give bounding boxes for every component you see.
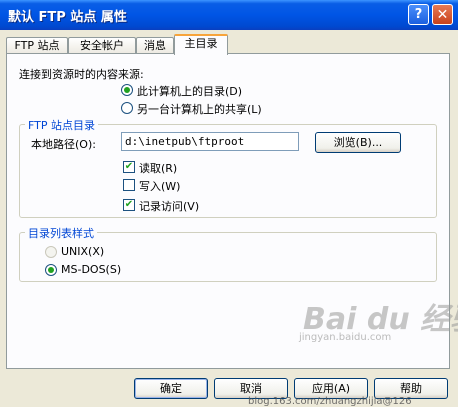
- checkbox-write[interactable]: [123, 179, 135, 191]
- radio-network-share-label[interactable]: 另一台计算机上的共享(L): [137, 101, 262, 117]
- radio-unix-label[interactable]: UNIX(X): [61, 245, 104, 258]
- ftp-directory-group-title: FTP 站点目录: [25, 117, 98, 133]
- help-title-button[interactable]: ?: [408, 4, 429, 25]
- content-source-label: 连接到资源时的内容来源:: [19, 68, 144, 81]
- properties-dialog: 默认 FTP 站点 属性 ? ✕ FTP 站点 安全帐户 消息 主目录 连接到资…: [0, 0, 458, 407]
- local-path-input[interactable]: d:\inetpub\ftproot: [121, 132, 299, 151]
- checkbox-log-visits[interactable]: ✔: [123, 199, 135, 211]
- tab-ftp-site[interactable]: FTP 站点: [6, 37, 68, 54]
- tab-security-accounts[interactable]: 安全帐户: [68, 37, 136, 54]
- tab-home-directory[interactable]: 主目录: [174, 34, 228, 55]
- radio-ms-dos-label[interactable]: MS-DOS(S): [61, 263, 121, 276]
- radio-ms-dos[interactable]: [45, 264, 57, 276]
- tab-panel-home-directory: 连接到资源时的内容来源: 此计算机上的目录(D) 另一台计算机上的共享(L) F…: [6, 53, 458, 369]
- radio-this-computer[interactable]: [121, 84, 133, 96]
- blog-watermark: blog.163.com/zhuangzhijia@126: [248, 396, 412, 407]
- checkbox-write-label[interactable]: 写入(W): [139, 178, 180, 194]
- title-bar[interactable]: 默认 FTP 站点 属性 ? ✕: [0, 0, 458, 30]
- radio-this-computer-label[interactable]: 此计算机上的目录(D): [137, 83, 242, 99]
- listing-style-group-title: 目录列表样式: [25, 225, 97, 241]
- baidu-logo-watermark: Bai du 经验: [303, 302, 458, 337]
- ok-button[interactable]: 确定: [134, 378, 208, 399]
- browse-button[interactable]: 浏览(B)...: [315, 132, 401, 153]
- local-path-label: 本地路径(O):: [31, 138, 96, 151]
- checkbox-log-visits-label[interactable]: 记录访问(V): [139, 198, 199, 214]
- radio-unix[interactable]: [45, 246, 57, 258]
- tab-messages[interactable]: 消息: [136, 37, 174, 54]
- window-title: 默认 FTP 站点 属性: [8, 10, 127, 25]
- close-button[interactable]: ✕: [432, 4, 453, 25]
- radio-network-share[interactable]: [121, 102, 133, 114]
- checkbox-read-label[interactable]: 读取(R): [139, 160, 177, 176]
- checkbox-read[interactable]: ✔: [123, 161, 135, 173]
